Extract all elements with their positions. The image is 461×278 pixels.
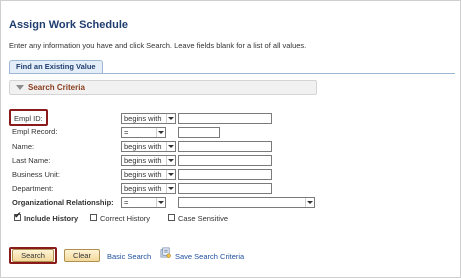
operator-select-org-relationship[interactable]: = <box>121 197 166 208</box>
save-search-icon[interactable] <box>160 247 171 258</box>
field-label-department: Department: <box>12 184 54 193</box>
correct-history-label: Correct History <box>100 214 151 223</box>
chevron-down-icon <box>305 198 314 207</box>
operator-select-empl-id[interactable]: begins with <box>121 113 176 124</box>
caret-down-icon[interactable] <box>16 85 24 90</box>
operator-value: begins with <box>124 156 162 165</box>
empl-record-input[interactable] <box>178 127 220 138</box>
field-label-last-name: Last Name: <box>12 156 51 165</box>
basic-search-link[interactable]: Basic Search <box>107 251 151 262</box>
chevron-down-icon <box>166 170 175 179</box>
field-label-org-relationship: Organizational Relationship: <box>12 198 114 207</box>
tab-divider <box>9 73 455 74</box>
operator-value: begins with <box>124 184 162 193</box>
tab-find-existing-value[interactable]: Find an Existing Value <box>9 60 103 73</box>
case-sensitive-label: Case Sensitive <box>178 214 229 223</box>
empl-id-input[interactable] <box>178 113 272 124</box>
save-search-criteria-link[interactable]: Save Search Criteria <box>175 251 244 262</box>
page-title: Assign Work Schedule <box>9 19 128 31</box>
chevron-down-icon <box>166 142 175 151</box>
chevron-down-icon <box>166 114 175 123</box>
business-unit-input[interactable] <box>178 169 272 180</box>
operator-value: = <box>124 198 129 207</box>
department-input[interactable] <box>178 183 272 194</box>
include-history-label: Include History <box>24 214 79 223</box>
operator-select-last-name[interactable]: begins with <box>121 155 176 166</box>
clear-button[interactable]: Clear <box>64 249 100 262</box>
field-label-name: Name: <box>12 142 35 151</box>
chevron-down-icon <box>166 184 175 193</box>
search-button-highlight <box>9 247 57 264</box>
operator-select-business-unit[interactable]: begins with <box>121 169 176 180</box>
case-sensitive-checkbox[interactable] <box>168 214 175 221</box>
include-history-checkbox[interactable] <box>14 211 22 221</box>
field-label-empl-record: Empl Record: <box>12 127 58 136</box>
operator-value: = <box>124 128 129 137</box>
operator-value: begins with <box>124 114 162 123</box>
operator-value: begins with <box>124 170 162 179</box>
chevron-down-icon <box>156 198 165 207</box>
chevron-down-icon <box>166 156 175 165</box>
org-relationship-select[interactable] <box>178 197 315 208</box>
chevron-down-icon <box>156 128 165 137</box>
last-name-input[interactable] <box>178 155 272 166</box>
search-criteria-header[interactable]: Search Criteria <box>9 80 317 95</box>
field-label-business-unit: Business Unit: <box>12 170 60 179</box>
operator-select-department[interactable]: begins with <box>121 183 176 194</box>
name-input[interactable] <box>178 141 272 152</box>
instructions-text: Enter any information you have and click… <box>9 41 307 50</box>
empl-id-highlight <box>9 109 48 126</box>
operator-select-name[interactable]: begins with <box>121 141 176 152</box>
operator-value: begins with <box>124 142 162 151</box>
correct-history-checkbox[interactable] <box>90 214 97 221</box>
search-criteria-title: Search Criteria <box>28 83 85 92</box>
operator-select-empl-record[interactable]: = <box>121 127 166 138</box>
